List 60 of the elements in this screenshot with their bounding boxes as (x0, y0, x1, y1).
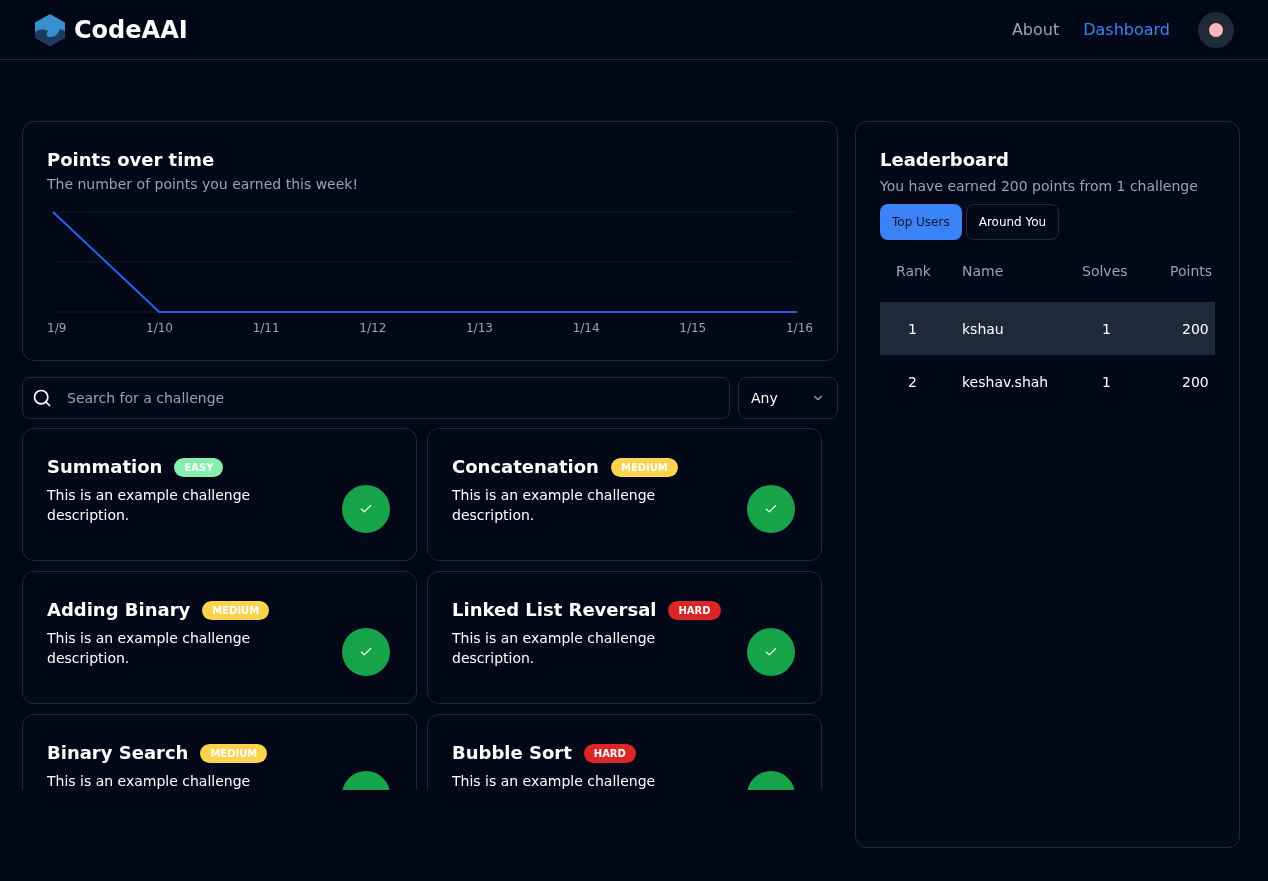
search-icon (32, 388, 52, 408)
avatar[interactable] (1198, 11, 1234, 48)
nav-link[interactable]: About (1011, 17, 1060, 42)
challenge-card[interactable]: Binary Search MEDIUM This is an example challenge (22, 714, 417, 790)
card-subtitle: You have earned 200 points from 1 challenge (880, 177, 1199, 196)
axis-label: 1/11 (252, 320, 280, 336)
card-title: Points over time (47, 148, 216, 172)
axis-label: 1/15 (679, 320, 707, 336)
challenge-description: This is an example challenge description. (452, 486, 657, 525)
axis-label: 1/9 (47, 320, 67, 336)
challenge-title: Concatenation (452, 455, 599, 479)
column-header: Points (1170, 262, 1214, 281)
search-field[interactable]: Search for a challenge (22, 377, 730, 419)
leaderboard-tab[interactable]: Around You (965, 204, 1060, 240)
difficulty-dropdown[interactable]: Any (738, 377, 838, 419)
card-subtitle: The number of points you earned this week! (47, 175, 360, 194)
challenge-card[interactable]: Linked List Reversal HARD This is an example challenge description. (427, 571, 822, 704)
challenge-title: Linked List Reversal (452, 598, 657, 622)
difficulty-badge: EASY (174, 457, 224, 477)
table-cell-text: 200 (1181, 372, 1210, 392)
leaderboard-row[interactable]: 1 kshau 1 200 (880, 302, 1215, 355)
axis-label: 1/16 (785, 320, 813, 336)
table-cell-text: 1 (907, 319, 918, 339)
logo-icon (34, 12, 66, 47)
leaderboard-tab[interactable]: Top Users (880, 204, 962, 240)
brand-name: CodeAAI (74, 14, 188, 46)
table-cell-text: kshau (962, 319, 1005, 339)
leaderboard-row[interactable]: 2 keshav.shah 1 200 (880, 355, 1215, 408)
difficulty-badge: HARD (583, 743, 636, 763)
axis-label: 1/13 (466, 320, 493, 336)
column-header: Solves (1082, 262, 1129, 281)
difficulty-badge: MEDIUM (202, 600, 270, 620)
table-cell-text: keshav.shah (962, 372, 1050, 392)
challenge-description: This is an example challenge description. (47, 629, 252, 668)
axis-label: 1/12 (359, 320, 387, 336)
difficulty-badge: MEDIUM (610, 457, 678, 477)
difficulty-badge: HARD (668, 600, 721, 620)
table-cell-text: 1 (1101, 319, 1112, 339)
challenge-description: This is an example challenge description. (452, 629, 657, 668)
column-header: Name (962, 262, 1005, 281)
card-title: Leaderboard (880, 148, 1010, 172)
table-cell-text: 1 (1101, 372, 1112, 392)
column-header: Rank (895, 262, 932, 281)
challenge-title: Adding Binary (47, 598, 191, 622)
challenge-card[interactable]: Adding Binary MEDIUM This is an example challenge description. (22, 571, 417, 704)
nav-link[interactable]: Dashboard (1083, 17, 1170, 42)
challenge-description: This is an example challenge (47, 772, 252, 790)
difficulty-badge: MEDIUM (200, 743, 268, 763)
challenge-card[interactable]: Bubble Sort HARD This is an example challenge (427, 714, 822, 790)
challenge-description: This is an example challenge description. (47, 486, 252, 525)
challenge-card[interactable]: Summation EASY This is an example challenge description. (22, 428, 417, 561)
axis-label: 1/14 (572, 320, 600, 336)
table-cell-text: 2 (907, 372, 918, 392)
challenge-title: Bubble Sort (452, 741, 572, 765)
table-cell-text: 200 (1181, 319, 1210, 339)
challenge-title: Summation (47, 455, 163, 479)
challenge-description: This is an example challenge (452, 772, 657, 790)
challenge-card[interactable]: Concatenation MEDIUM This is an example challenge description. (427, 428, 822, 561)
challenge-title: Binary Search (47, 741, 189, 765)
axis-label: 1/10 (146, 320, 173, 336)
